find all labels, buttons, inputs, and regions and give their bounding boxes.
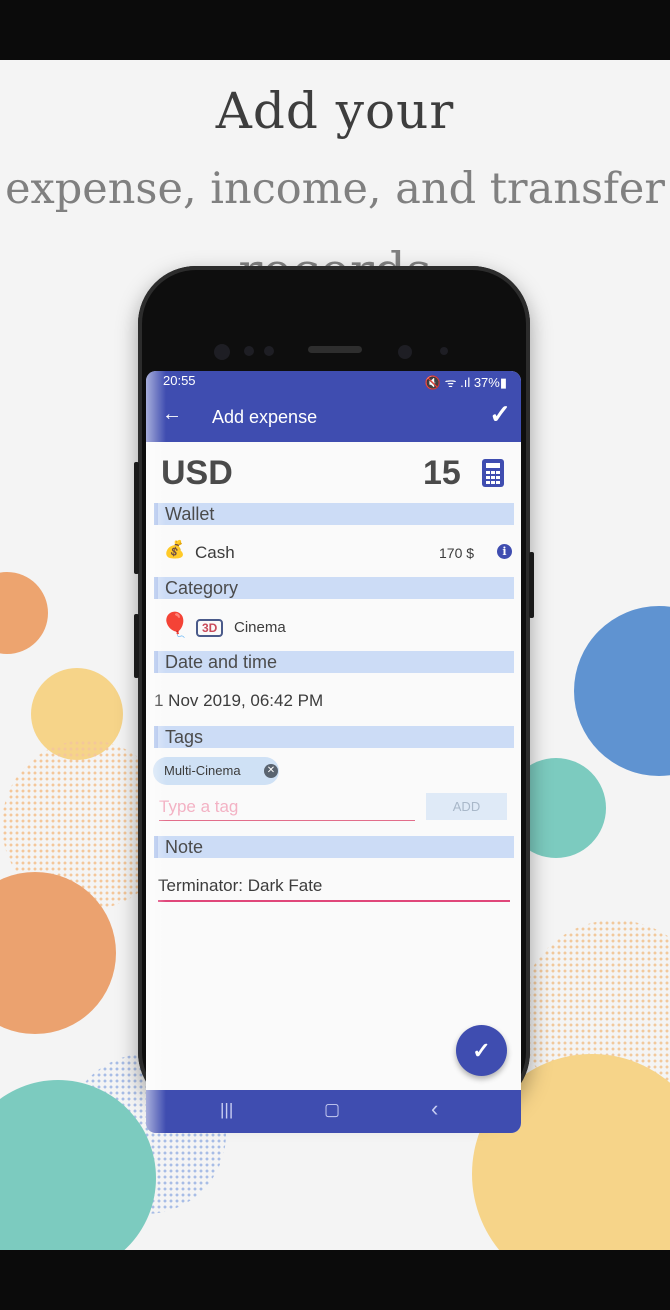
phone-volume-button: [134, 462, 139, 574]
info-icon[interactable]: i: [497, 544, 512, 559]
note-field[interactable]: Terminator: Dark Fate: [158, 876, 510, 902]
wallet-section-header: Wallet: [154, 503, 514, 525]
headline-line-1: Add your: [215, 82, 455, 140]
bottom-letterbox: [0, 1250, 670, 1310]
tag-chip[interactable]: Multi-Cinema ✕: [153, 757, 279, 785]
category-name[interactable]: Cinema: [234, 619, 286, 636]
status-bar: 20:55 🔇 ᯤ .ıl 37%▮: [146, 371, 521, 391]
phone-sensor-3: [264, 346, 274, 356]
tags-section-header: Tags: [154, 726, 514, 748]
add-tag-button[interactable]: ADD: [426, 793, 507, 820]
phone-bixby-button: [134, 614, 139, 678]
phone-front-camera: [398, 345, 412, 359]
page-title: Add expense: [212, 407, 318, 427]
tag-chip-label: Multi-Cinema: [164, 763, 241, 778]
phone-sensor-4: [440, 347, 448, 355]
system-nav-bar: ||| ▢ ‹: [146, 1090, 521, 1133]
screen-glare: [146, 371, 166, 1133]
wallet-name[interactable]: Cash: [195, 543, 235, 563]
recents-nav-icon[interactable]: |||: [220, 1100, 233, 1120]
phone-sensor-2: [244, 346, 254, 356]
status-time: 20:55: [163, 373, 196, 388]
phone-power-button: [529, 552, 534, 618]
remove-tag-icon[interactable]: ✕: [264, 764, 278, 778]
phone-screen: 20:55 🔇 ᯤ .ıl 37%▮ ← Add expense ✓ USD 1…: [146, 371, 521, 1133]
calculator-icon[interactable]: [482, 459, 504, 487]
currency-code[interactable]: USD: [161, 454, 233, 493]
phone-sensor-1: [214, 344, 230, 360]
top-letterbox: [0, 0, 670, 60]
date-section-header: Date and time: [154, 651, 514, 673]
save-fab-button[interactable]: ✓: [456, 1025, 507, 1076]
home-nav-icon[interactable]: ▢: [324, 1100, 340, 1120]
wallet-balance: 170 $: [439, 545, 475, 561]
phone-speaker: [308, 346, 362, 353]
decor-bubble-orange-top: [0, 572, 48, 654]
save-check-icon[interactable]: ✓: [489, 399, 511, 430]
money-bag-icon: 💰: [164, 540, 186, 559]
headline-line-2: expense, income, and transfer: [5, 164, 665, 214]
status-indicators: 🔇 ᯤ .ıl 37%▮: [424, 375, 507, 390]
category-section-header: Category: [154, 577, 514, 599]
decor-bubble-blue-right: [574, 606, 670, 776]
back-nav-icon[interactable]: ‹: [431, 1096, 438, 1122]
tag-input[interactable]: [159, 793, 415, 821]
3d-glasses-icon[interactable]: 3D: [196, 619, 224, 637]
amount-value[interactable]: 15: [423, 454, 461, 493]
note-section-header: Note: [154, 836, 514, 858]
date-time-value[interactable]: 1 Nov 2019, 06:42 PM: [154, 691, 323, 711]
app-bar: ← Add expense ✓: [146, 391, 521, 442]
